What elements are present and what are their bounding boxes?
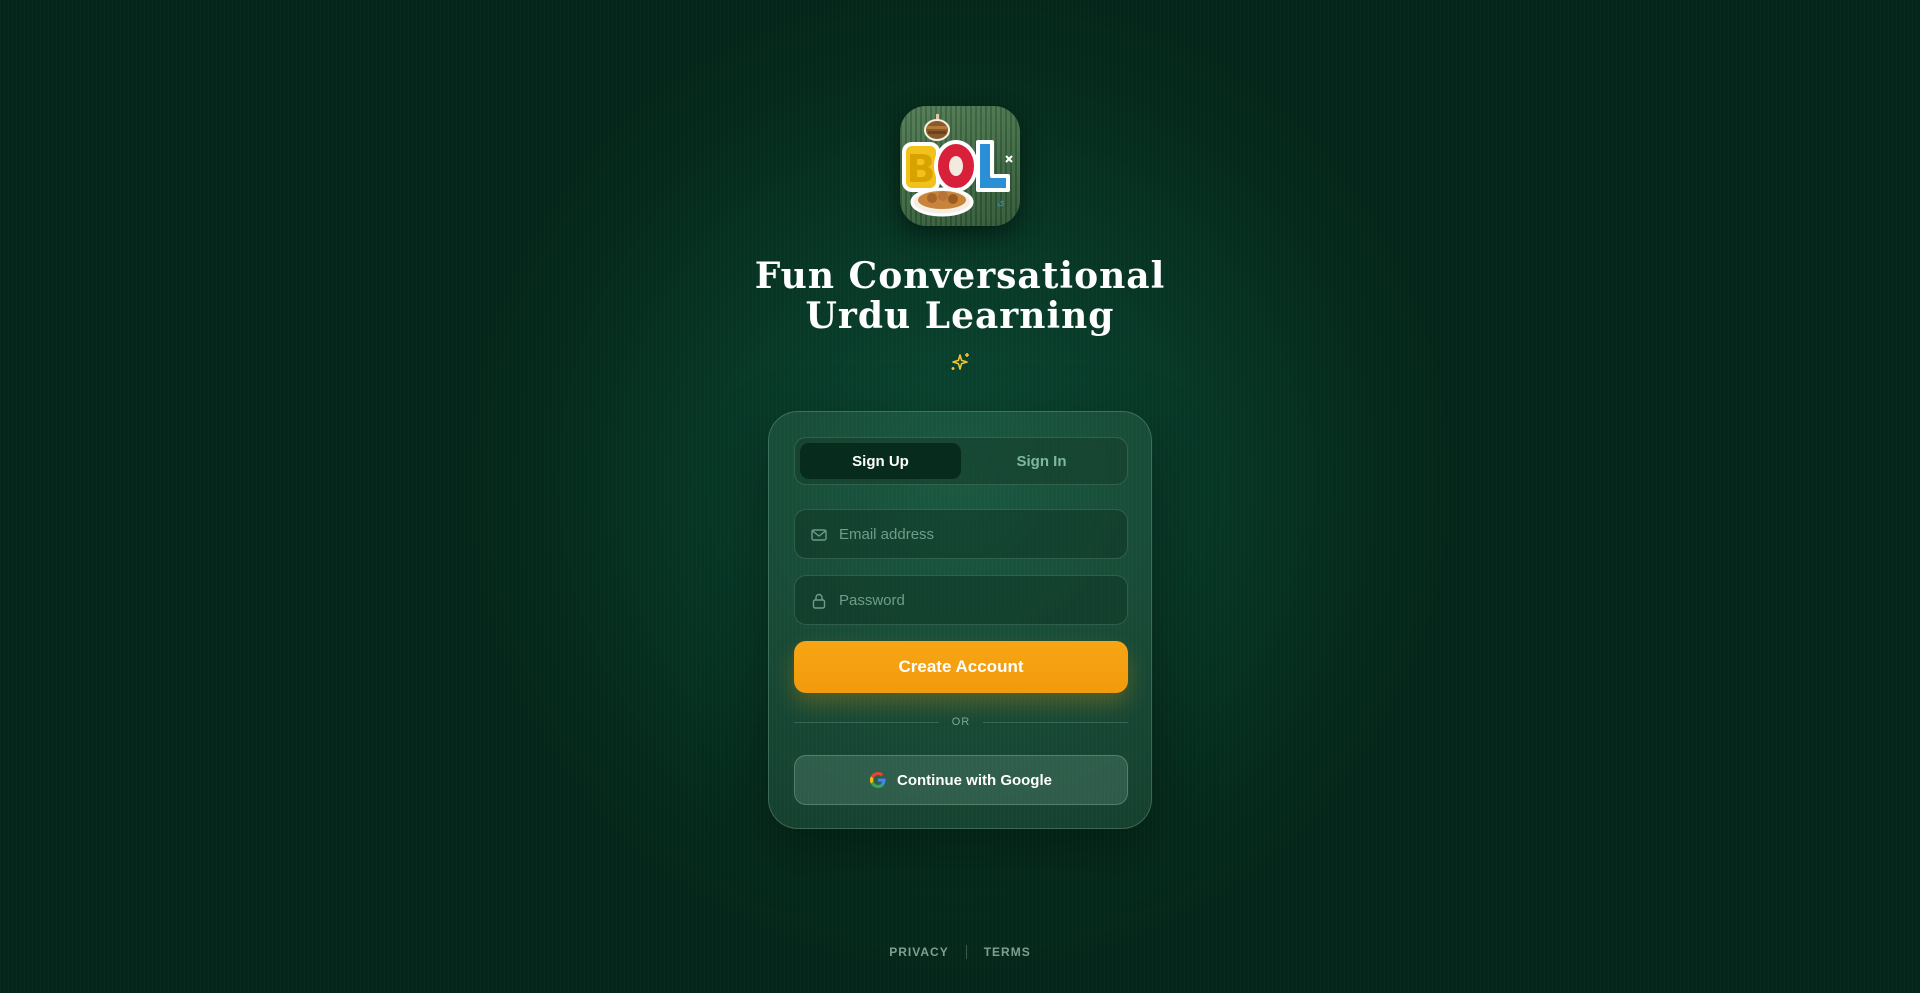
auth-page: B ی Fun Conversational Urdu Learning Sig… [0, 0, 1920, 993]
bol-app-logo: B ی [900, 106, 1020, 226]
title-line-1: Fun Conversational [754, 255, 1166, 297]
title-line-2: Urdu Learning [805, 295, 1115, 337]
auth-tabs: Sign Up Sign In [794, 437, 1128, 485]
auth-card: Sign Up Sign In Create Account [768, 411, 1152, 829]
password-field [794, 575, 1128, 625]
google-icon [870, 772, 886, 788]
create-account-button[interactable]: Create Account [794, 641, 1128, 693]
continue-with-google-button[interactable]: Continue with Google [794, 755, 1128, 805]
google-button-label: Continue with Google [897, 771, 1052, 789]
svg-text:ی: ی [997, 197, 1005, 208]
footer-links: PRIVACY TERMS [860, 944, 1060, 960]
lock-icon [810, 592, 828, 610]
privacy-link[interactable]: PRIVACY [889, 945, 948, 959]
mail-icon [810, 526, 828, 544]
page-title: Fun Conversational Urdu Learning [660, 256, 1260, 336]
sparkle-icon [949, 351, 971, 373]
email-input[interactable] [839, 510, 1119, 558]
terms-link[interactable]: TERMS [984, 945, 1031, 959]
svg-text:B: B [907, 147, 936, 191]
footer-separator [965, 945, 967, 959]
or-divider: OR [794, 715, 1128, 729]
divider-line-right [983, 722, 1128, 723]
password-input[interactable] [839, 576, 1119, 624]
tab-sign-up[interactable]: Sign Up [800, 443, 961, 479]
email-field [794, 509, 1128, 559]
tab-sign-in[interactable]: Sign In [961, 443, 1122, 479]
